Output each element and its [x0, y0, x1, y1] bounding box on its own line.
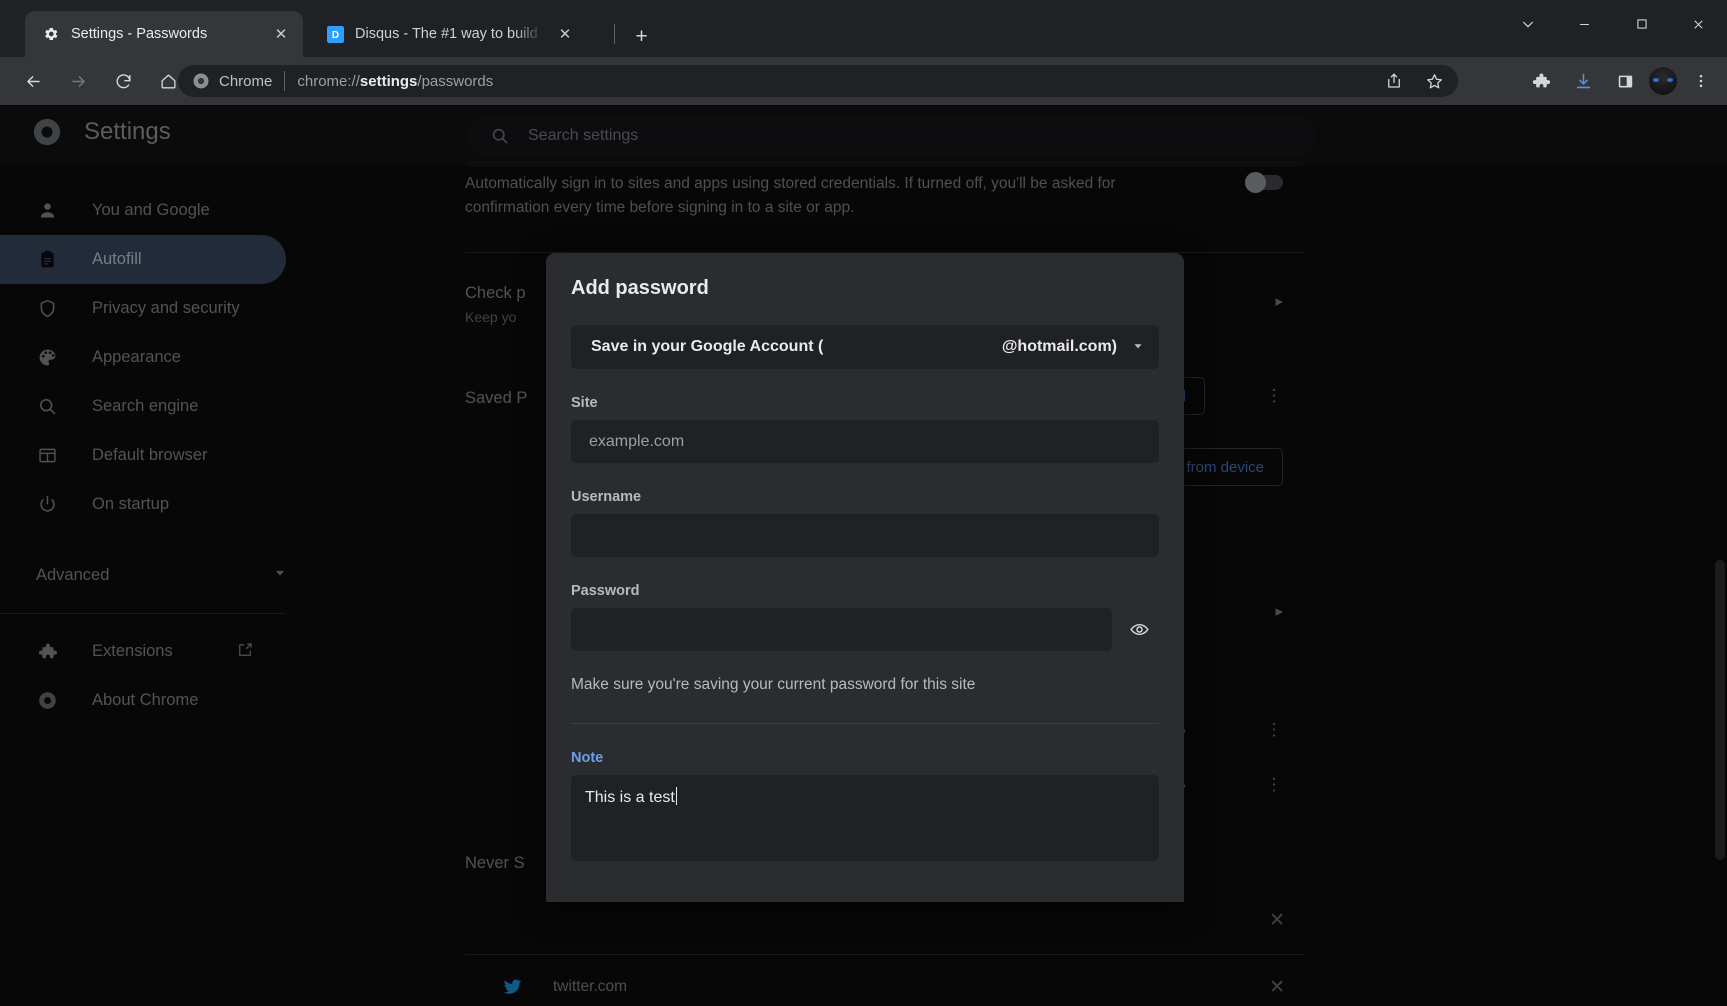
- omnibox-divider: [284, 71, 285, 91]
- window-controls: [1499, 0, 1727, 57]
- forward-icon[interactable]: [60, 63, 96, 99]
- note-label: Note: [571, 750, 1159, 766]
- download-icon[interactable]: [1565, 63, 1601, 99]
- add-password-dialog: Add password Save in your Google Account…: [546, 253, 1184, 902]
- note-value: This is a test: [585, 789, 675, 806]
- eye-icon[interactable]: [1122, 613, 1156, 647]
- store-select-suffix: @hotmail.com): [1002, 338, 1117, 356]
- tab-strip: Settings - Passwords ✕ D Disqus - The #1…: [0, 0, 1727, 57]
- toolbar-right-actions: [1523, 63, 1719, 99]
- username-input[interactable]: [571, 514, 1159, 557]
- browser-tab-disqus[interactable]: D Disqus - The #1 way to build an a ✕: [309, 11, 587, 57]
- browser-window: Settings - Passwords ✕ D Disqus - The #1…: [0, 0, 1727, 1006]
- store-select-prefix: Save in your Google Account (: [591, 338, 823, 356]
- address-bar[interactable]: Chrome chrome://settings/passwords: [178, 65, 1458, 97]
- password-store-select[interactable]: Save in your Google Account ( @hotmail.c…: [571, 325, 1159, 369]
- minimize-button[interactable]: [1556, 0, 1613, 48]
- password-row: [571, 608, 1159, 651]
- new-tab-button[interactable]: +: [627, 22, 656, 51]
- browser-toolbar: Chrome chrome://settings/passwords: [0, 57, 1727, 105]
- share-icon[interactable]: [1376, 63, 1412, 99]
- dialog-body: Save in your Google Account ( @hotmail.c…: [571, 325, 1159, 861]
- tab-title: Disqus - The #1 way to build an a: [355, 26, 543, 42]
- chrome-chip-label: Chrome: [219, 73, 272, 90]
- tab-title: Settings - Passwords: [71, 26, 259, 42]
- gear-icon: [42, 25, 60, 43]
- tab-close-button[interactable]: ✕: [270, 23, 292, 45]
- tab-close-button[interactable]: ✕: [554, 23, 576, 45]
- site-input[interactable]: [571, 420, 1159, 463]
- password-hint: Make sure you're saving your current pas…: [571, 676, 1159, 694]
- svg-text:D: D: [331, 30, 338, 41]
- reload-icon[interactable]: [105, 63, 141, 99]
- dialog-title: Add password: [571, 277, 709, 300]
- dialog-divider: [571, 723, 1159, 724]
- omnibox-actions: [1376, 65, 1452, 97]
- avatar[interactable]: [1649, 67, 1677, 95]
- tab-separator: [614, 24, 615, 44]
- omnibox-url: chrome://settings/passwords: [297, 73, 493, 90]
- maximize-button[interactable]: [1613, 0, 1670, 48]
- back-icon[interactable]: [15, 63, 51, 99]
- note-textarea[interactable]: This is a test: [571, 775, 1159, 861]
- bookmark-star-icon[interactable]: [1416, 63, 1452, 99]
- chevron-down-icon: [1131, 339, 1145, 356]
- chrome-logo-icon: [192, 72, 210, 90]
- side-panel-icon[interactable]: [1607, 63, 1643, 99]
- more-vert-icon[interactable]: [1683, 63, 1719, 99]
- site-label: Site: [571, 395, 1159, 411]
- close-window-button[interactable]: [1670, 0, 1727, 48]
- password-label: Password: [571, 583, 1159, 599]
- password-input[interactable]: [571, 608, 1112, 651]
- text-cursor: [676, 787, 678, 805]
- disqus-icon: D: [326, 25, 344, 43]
- navigation-buttons: [0, 63, 186, 99]
- extensions-puzzle-icon[interactable]: [1523, 63, 1559, 99]
- chrome-chip: Chrome: [192, 72, 272, 90]
- username-label: Username: [571, 489, 1159, 505]
- browser-tab-settings[interactable]: Settings - Passwords ✕: [25, 11, 303, 57]
- tab-search-chevron-icon[interactable]: [1499, 0, 1556, 48]
